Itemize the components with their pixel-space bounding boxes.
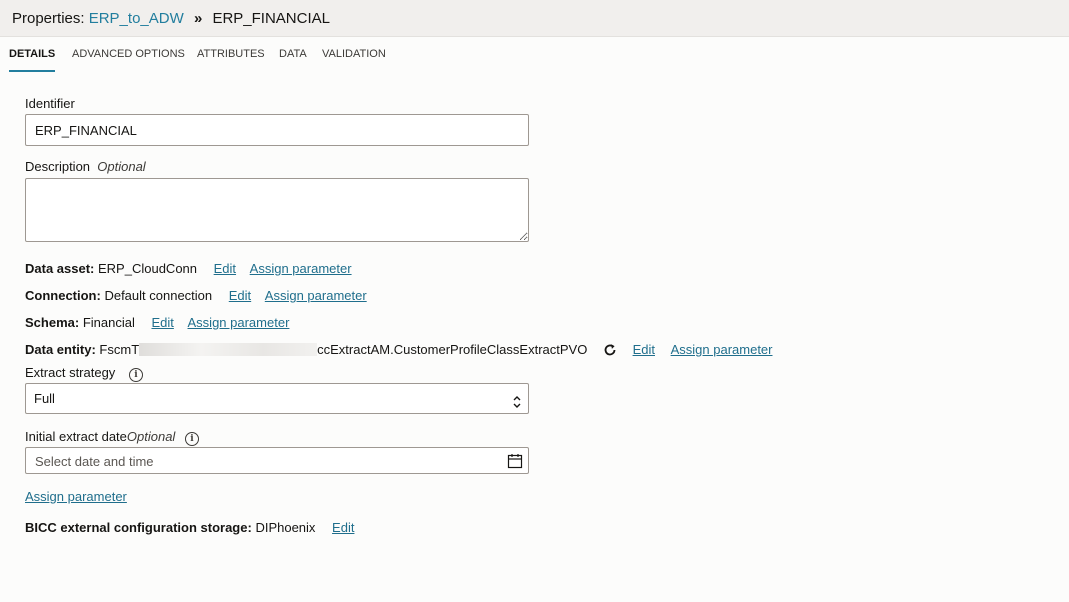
data-entity-edit-link[interactable]: Edit [633, 342, 655, 357]
tab-attributes[interactable]: ATTRIBUTES [197, 38, 265, 71]
data-entity-value-end: ccExtractAM.CustomerProfileClassExtractP… [317, 342, 588, 357]
initial-extract-date-field [25, 447, 529, 475]
extract-strategy-label: Extract strategy i [25, 365, 143, 382]
initial-extract-date-label-text: Initial extract date [25, 429, 127, 444]
data-asset-assign-parameter-link[interactable]: Assign parameter [250, 261, 352, 276]
chevron-up-down-icon [512, 391, 522, 420]
redacted-text [139, 343, 318, 356]
description-textarea[interactable] [25, 178, 529, 242]
tab-validation[interactable]: VALIDATION [322, 38, 386, 71]
bicc-value: DIPhoenix [255, 520, 316, 535]
connection-assign-parameter-link[interactable]: Assign parameter [265, 288, 367, 303]
breadcrumb-parent-link[interactable]: ERP_to_ADW [89, 10, 184, 27]
breadcrumb-separator: » [193, 10, 203, 27]
data-asset-row: Data asset: ERP_CloudConn Edit Assign pa… [25, 261, 352, 276]
initial-extract-date-optional: Optional [126, 429, 176, 444]
connection-value: Default connection [104, 288, 213, 303]
tab-advanced-options[interactable]: ADVANCED OPTIONS [72, 38, 185, 71]
info-icon[interactable]: i [184, 432, 199, 446]
initial-extract-date-label: Initial extract dateOptional i [25, 429, 199, 446]
schema-row: Schema: Financial Edit Assign parameter [25, 315, 289, 330]
bicc-label: BICC external configuration storage: [25, 520, 252, 535]
bicc-edit-link[interactable]: Edit [332, 520, 354, 535]
refresh-icon[interactable] [603, 343, 617, 360]
properties-header: Properties: ERP_to_ADW » ERP_FINANCIAL [0, 0, 1069, 37]
identifier-label: Identifier [25, 96, 75, 111]
identifier-input[interactable] [25, 114, 529, 146]
calendar-icon[interactable] [507, 453, 523, 474]
info-icon[interactable]: i [128, 368, 143, 382]
extract-strategy-label-text: Extract strategy [25, 365, 116, 380]
breadcrumb-prefix: Properties: [12, 10, 85, 27]
connection-row: Connection: Default connection Edit Assi… [25, 288, 367, 303]
tab-details[interactable]: DETAILS [9, 38, 56, 72]
assign-parameter-link[interactable]: Assign parameter [25, 489, 127, 504]
description-optional: Optional [97, 159, 146, 174]
tab-bar: DETAILS ADVANCED OPTIONS ATTRIBUTES DATA… [0, 38, 1069, 72]
tab-data[interactable]: DATA [279, 38, 307, 71]
description-label: Description Optional [25, 159, 146, 174]
schema-edit-link[interactable]: Edit [151, 315, 173, 330]
bicc-row: BICC external configuration storage: DIP… [25, 520, 354, 535]
schema-assign-parameter-link[interactable]: Assign parameter [188, 315, 290, 330]
initial-extract-date-input[interactable] [26, 448, 507, 475]
data-entity-label: Data entity: [25, 342, 96, 357]
connection-label: Connection: [25, 288, 101, 303]
extract-strategy-select[interactable]: Full [25, 383, 529, 414]
breadcrumb: Properties: ERP_to_ADW » ERP_FINANCIAL [12, 10, 330, 27]
data-entity-assign-parameter-link[interactable]: Assign parameter [671, 342, 773, 357]
connection-edit-link[interactable]: Edit [229, 288, 251, 303]
data-entity-value-start: FscmT [99, 342, 140, 357]
data-asset-edit-link[interactable]: Edit [214, 261, 236, 276]
schema-value: Financial [82, 315, 135, 330]
data-asset-value: ERP_CloudConn [98, 261, 198, 276]
data-asset-label: Data asset: [25, 261, 95, 276]
extract-strategy-value: Full [34, 391, 55, 406]
description-label-text: Description [25, 159, 91, 174]
assign-parameter-row: Assign parameter [25, 489, 127, 504]
schema-label: Schema: [25, 315, 80, 330]
data-entity-row: Data entity: FscmT ccExtractAM.CustomerPr… [25, 342, 773, 360]
breadcrumb-current: ERP_FINANCIAL [212, 10, 330, 27]
